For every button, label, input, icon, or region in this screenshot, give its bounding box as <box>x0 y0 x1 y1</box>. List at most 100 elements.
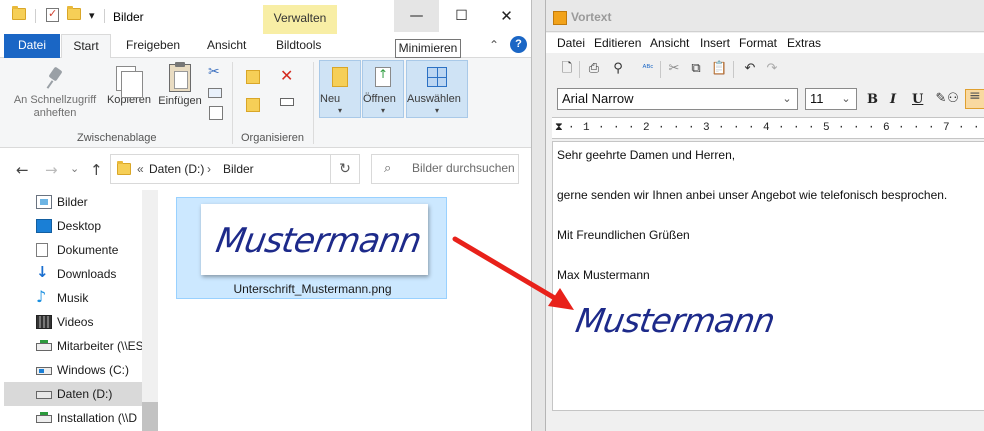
scrollbar-thumb[interactable] <box>142 402 158 431</box>
signature-image: Mustermann <box>573 301 777 340</box>
spellcheck-icon[interactable]: ᴬᴮᶜ <box>640 61 656 77</box>
paste-button[interactable]: Einfügen <box>154 58 206 108</box>
back-arrow-icon[interactable]: ← <box>16 161 29 179</box>
menu-datei[interactable]: Datei <box>557 36 585 50</box>
nav-scrollbar[interactable] <box>142 190 158 431</box>
font-size-select[interactable]: 11 ⌄ <box>805 88 857 110</box>
tab-start[interactable]: Start <box>61 34 111 59</box>
format-toolbar: Arial Narrow ⌄ 11 ⌄ B I U ✎ ⚇ <box>546 85 984 113</box>
sidebar-item-windows-c[interactable]: Windows (C:) <box>4 358 142 382</box>
print-icon[interactable]: ⎙ <box>586 61 602 77</box>
menu-editieren[interactable]: Editieren <box>594 36 641 50</box>
copy-button[interactable]: Kopieren <box>104 58 154 107</box>
sidebar-item-desktop[interactable]: Desktop <box>4 214 142 238</box>
tab-ansicht[interactable]: Ansicht <box>197 34 256 58</box>
videos-icon <box>36 315 52 329</box>
chevron-down-icon: ▾ <box>337 106 342 115</box>
sidebar-item-bilder[interactable]: Bilder <box>4 190 142 214</box>
copy-icon <box>116 66 143 98</box>
font-select[interactable]: Arial Narrow ⌄ <box>557 88 798 110</box>
undo-icon[interactable]: ↶ <box>742 61 758 77</box>
close-button[interactable]: ✕ <box>484 0 529 32</box>
help-icon[interactable]: ? <box>510 36 527 53</box>
sidebar-item-dokumente[interactable]: Dokumente <box>4 238 142 262</box>
select-button[interactable]: Auswählen ▾ <box>406 60 468 118</box>
group-label-organize: Organisieren <box>241 132 304 144</box>
sidebar-item-downloads[interactable]: ↓ Downloads <box>4 262 142 286</box>
italic-button[interactable]: I <box>890 92 896 107</box>
breadcrumb-overflow[interactable]: « <box>137 162 144 176</box>
underline-button[interactable]: U <box>912 92 923 107</box>
explorer-titlebar: ▾ Bilder Verwalten — ☐ ✕ <box>0 0 531 34</box>
select-grid-icon <box>427 67 447 87</box>
ribbon-collapse-icon[interactable]: ⌃ <box>489 38 499 52</box>
sidebar-item-installation[interactable]: Installation (\\D <box>4 406 142 430</box>
rename-icon[interactable] <box>280 98 294 106</box>
align-left-button[interactable] <box>965 88 984 109</box>
recent-locations-icon[interactable]: ⌄ <box>70 162 79 175</box>
copy-to-icon[interactable] <box>246 98 260 112</box>
pin-to-quick-access-button[interactable]: An Schnellzugriff anheften <box>8 58 102 120</box>
maximize-button[interactable]: ☐ <box>439 0 484 32</box>
sidebar-item-musik[interactable]: ♪ Musik <box>4 286 142 310</box>
search-input[interactable] <box>412 161 516 175</box>
address-bar[interactable]: « Daten (D:) › Bilder ↻ <box>110 154 360 184</box>
sidebar-item-videos[interactable]: Videos <box>4 310 142 334</box>
breadcrumb-drive[interactable]: Daten (D:) <box>149 162 204 176</box>
indent-marker-icon[interactable]: ⧗ <box>555 120 563 134</box>
minimize-button[interactable]: — <box>394 0 439 32</box>
vortext-titlebar: Vortext <box>546 0 984 32</box>
tab-bildtools[interactable]: Bildtools <box>266 34 331 58</box>
paste-icon[interactable]: 📋 <box>711 61 727 77</box>
sidebar-item-label: Dokumente <box>57 243 119 257</box>
pin-icon <box>45 68 65 90</box>
menu-ansicht[interactable]: Ansicht <box>650 36 689 50</box>
divider <box>579 61 580 78</box>
customize-quick-access-dropdown[interactable]: ▾ <box>89 9 95 22</box>
properties-icon[interactable] <box>46 7 59 22</box>
sidebar-item-mitarbeiter[interactable]: Mitarbeiter (\\ES <box>4 334 144 358</box>
divider <box>104 9 105 23</box>
forward-arrow-icon[interactable]: → <box>45 161 58 179</box>
paste-label: Einfügen <box>158 95 202 107</box>
copy-path-icon[interactable] <box>208 88 222 98</box>
copy-icon[interactable]: ⧉ <box>688 61 704 77</box>
tab-freigeben[interactable]: Freigeben <box>116 34 190 58</box>
redo-icon[interactable]: ↷ <box>764 61 780 77</box>
file-explorer-window: ▾ Bilder Verwalten — ☐ ✕ Datei Start Fre… <box>0 0 532 431</box>
inserted-signature-image[interactable]: Mustermann <box>571 294 831 344</box>
menu-extras[interactable]: Extras <box>787 36 821 50</box>
search-box[interactable]: ⌕ <box>371 154 519 184</box>
refresh-icon[interactable]: ↻ <box>330 155 359 183</box>
move-to-icon[interactable] <box>246 70 260 84</box>
new-button[interactable]: Neu ▾ <box>319 60 361 118</box>
group-label-clipboard: Zwischenablage <box>77 132 157 144</box>
find-icon[interactable]: ⚲ <box>610 61 626 77</box>
pictures-icon <box>36 195 52 209</box>
document-page[interactable]: Sehr geehrte Damen und Herren, gerne sen… <box>552 141 984 411</box>
cut-icon[interactable]: ✂ <box>666 61 682 77</box>
delete-icon[interactable]: ✕ <box>280 66 294 85</box>
up-arrow-icon[interactable]: ↑ <box>90 161 103 179</box>
chevron-down-icon[interactable]: ⌄ <box>836 89 856 109</box>
cut-icon[interactable]: ✂ <box>208 64 222 80</box>
menu-insert[interactable]: Insert <box>700 36 730 50</box>
sidebar-item-label: Musik <box>57 291 89 305</box>
document-line: Sehr geehrte Damen und Herren, <box>557 148 736 162</box>
new-folder-icon[interactable] <box>67 6 81 20</box>
context-tab-manage[interactable]: Verwalten <box>263 5 337 34</box>
paste-shortcut-icon[interactable] <box>209 106 223 120</box>
open-button[interactable]: Öffnen ▾ <box>362 60 404 118</box>
bold-button[interactable]: B <box>867 92 878 107</box>
window-title: Bilder <box>113 10 144 24</box>
sidebar-item-daten-d[interactable]: Daten (D:) <box>4 382 142 406</box>
font-color-icon[interactable]: ⚇ <box>945 91 961 107</box>
file-item-signature[interactable]: Mustermann Unterschrift_Mustermann.png <box>176 197 447 299</box>
chevron-down-icon: ▾ <box>434 106 439 115</box>
drive-icon <box>36 391 52 399</box>
chevron-down-icon[interactable]: ⌄ <box>777 89 797 109</box>
tab-datei[interactable]: Datei <box>4 34 60 58</box>
breadcrumb-folder[interactable]: Bilder <box>223 162 254 176</box>
menu-format[interactable]: Format <box>739 36 777 50</box>
new-icon[interactable]: 🗋 <box>559 61 575 77</box>
